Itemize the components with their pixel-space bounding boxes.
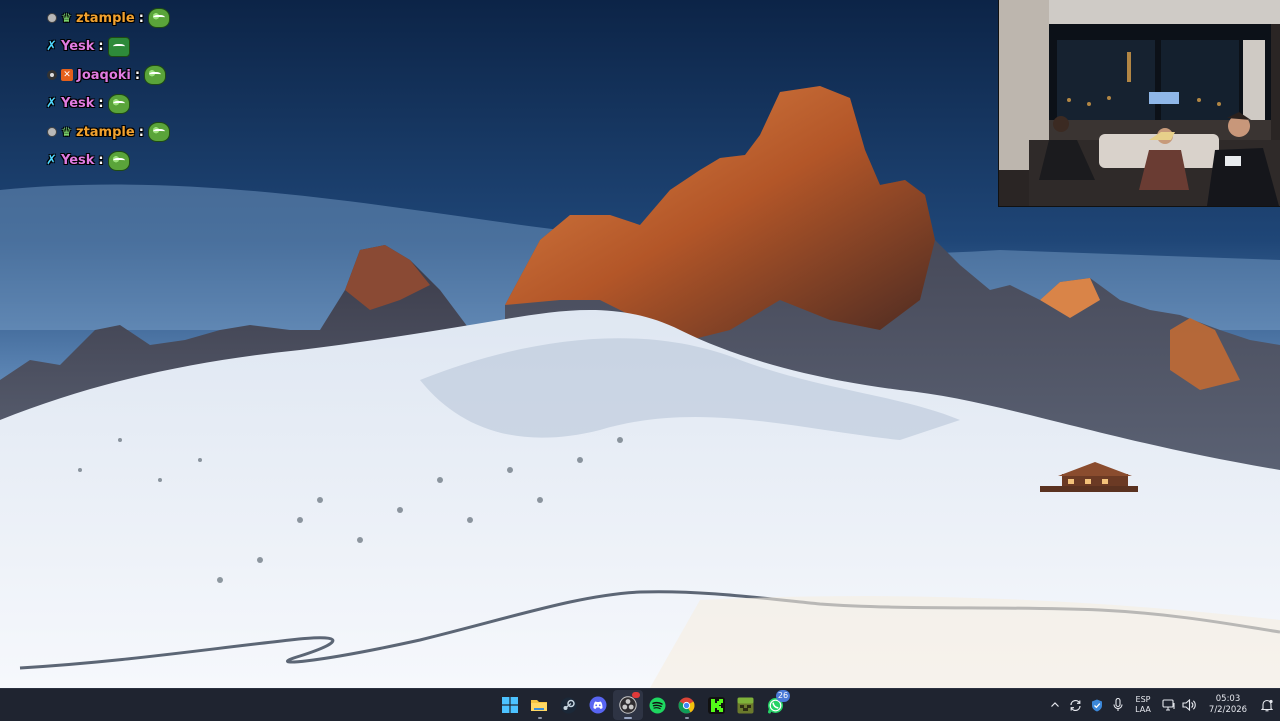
clock-date: 7/2/2026	[1208, 705, 1248, 715]
chat-separator: :	[98, 39, 104, 55]
sword-badge-icon: ✗	[46, 153, 57, 169]
input-language-indicator[interactable]: ESP LAA	[1128, 695, 1158, 715]
taskbar-obs-studio[interactable]	[613, 690, 643, 720]
chat-separator: :	[98, 96, 104, 112]
minecraft-icon	[737, 697, 754, 713]
shield-icon	[1091, 699, 1102, 711]
microphone-tray-button[interactable]	[1107, 690, 1128, 720]
keyboard-layout-code: LAA	[1135, 705, 1151, 714]
folder-icon	[531, 700, 548, 711]
recording-indicator	[631, 692, 640, 698]
steam-icon	[560, 697, 577, 713]
clock-time: 05:03	[1215, 694, 1241, 704]
dot-badge-icon	[46, 13, 57, 24]
chat-separator: :	[98, 153, 104, 169]
chat-message: ✗ Yesk:	[46, 90, 170, 119]
sword-badge-icon: ✗	[46, 39, 57, 55]
network-icon	[1161, 699, 1175, 711]
ring-badge-icon	[46, 70, 57, 81]
chat-username: ztample	[76, 124, 135, 140]
chat-username: Joaqoki	[77, 67, 131, 83]
taskbar-steam[interactable]	[554, 690, 584, 720]
microphone-icon	[1112, 698, 1123, 711]
pepe-frog-emote-icon	[107, 150, 130, 171]
pepe-frog-emote-icon	[147, 8, 170, 29]
chat-username: ztample	[76, 10, 135, 26]
whatsapp-unread-badge: 26	[776, 690, 790, 702]
taskbar-discord[interactable]	[584, 690, 614, 720]
pepe-frog-hat-emote-icon	[107, 36, 130, 57]
system-tray: ESP LAA 05:03 7/2/2026	[1044, 689, 1280, 721]
pepe-frog-emote-icon	[107, 93, 130, 114]
notifications-button[interactable]	[1254, 690, 1280, 720]
sword-badge-icon: ✗	[46, 96, 57, 112]
chat-message: ♛ ztample:	[46, 4, 170, 33]
taskbar: 26 ESP LAA 05:03 7/2/2026	[0, 688, 1280, 721]
taskbar-spotify[interactable]	[643, 690, 673, 720]
chat-separator: :	[134, 67, 141, 83]
taskbar-clock[interactable]: 05:03 7/2/2026	[1202, 694, 1254, 716]
taskbar-kick[interactable]	[702, 690, 732, 720]
chat-username: Yesk	[61, 39, 95, 55]
chat-message: ♛ ztample:	[46, 118, 170, 147]
chat-message: ✕ Joaqoki:	[46, 61, 170, 90]
chrome-icon	[678, 697, 695, 713]
network-tray-button[interactable]	[1158, 690, 1179, 720]
taskbar-apps: 26	[495, 689, 790, 721]
security-tray-button[interactable]	[1086, 690, 1107, 720]
chat-username: Yesk	[61, 153, 95, 169]
chat-message: ✗ Yesk:	[46, 33, 170, 62]
sync-tray-button[interactable]	[1065, 690, 1086, 720]
chevron-up-icon	[1050, 702, 1059, 707]
box-badge-icon: ✕	[61, 69, 73, 82]
taskbar-minecraft[interactable]	[731, 690, 761, 720]
chat-username: Yesk	[61, 96, 95, 112]
obs-icon	[619, 696, 637, 714]
chat-message: ✗ Yesk:	[46, 147, 170, 176]
taskbar-chrome[interactable]	[672, 690, 702, 720]
pepe-frog-emote-icon	[147, 122, 170, 143]
spotify-icon	[649, 697, 666, 713]
webcam-overlay	[998, 0, 1280, 207]
speaker-icon	[1182, 699, 1196, 711]
chat-separator: :	[138, 124, 144, 140]
language-code: ESP	[1135, 695, 1151, 704]
taskbar-whatsapp[interactable]: 26	[761, 690, 790, 720]
stream-chat-overlay: ♛ ztample: ✗ Yesk: ✕ Joaqoki: ✗ Yesk: ♛ …	[46, 4, 170, 175]
start-button[interactable]	[495, 690, 525, 720]
windows-icon	[501, 697, 518, 713]
sync-icon	[1070, 699, 1081, 711]
kick-icon	[707, 696, 725, 714]
subscriber-badge-icon: ♛	[61, 10, 72, 25]
discord-icon	[589, 696, 607, 714]
dot-badge-icon	[46, 127, 57, 138]
volume-tray-button[interactable]	[1179, 690, 1200, 720]
taskbar-file-explorer[interactable]	[525, 690, 555, 720]
pepe-frog-emote-icon	[144, 65, 167, 86]
chat-separator: :	[138, 10, 144, 26]
notification-bell-icon	[1261, 699, 1273, 711]
show-hidden-icons-button[interactable]	[1044, 690, 1065, 720]
subscriber-badge-icon: ♛	[61, 124, 72, 139]
